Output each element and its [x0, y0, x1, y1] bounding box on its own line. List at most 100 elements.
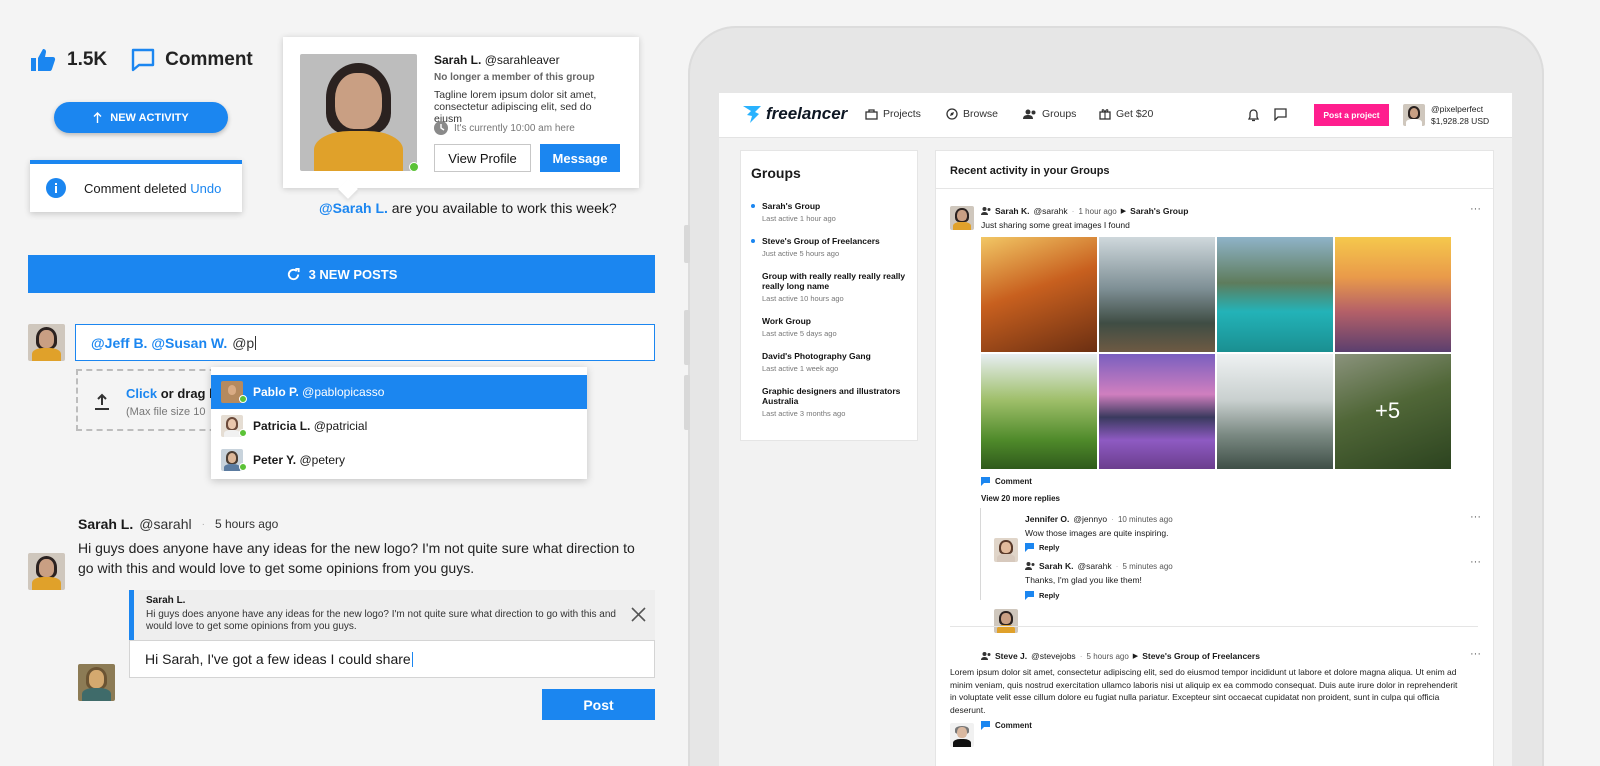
reply-author[interactable]: Jennifer O.: [1025, 514, 1069, 524]
group-item[interactable]: Work Group Last active 5 days ago: [762, 316, 907, 338]
comment-time: 5 hours ago: [214, 517, 279, 531]
mention-suggestions: Pablo P. @pablopicasso Patricia L. @patr…: [211, 367, 587, 479]
group-item[interactable]: Group with really really really really r…: [762, 271, 907, 304]
gallery-photo[interactable]: [1099, 237, 1215, 352]
group-member-icon: [981, 652, 991, 660]
reply-action-label: Reply: [1039, 543, 1060, 552]
nav-projects[interactable]: Projects: [865, 108, 921, 120]
suggestion-handle: @petery: [299, 453, 346, 467]
suggestion-item[interactable]: Peter Y. @petery: [211, 443, 587, 477]
post-header: Steve J. @stevejobs · 5 hours ago ▶ Stev…: [981, 651, 1260, 661]
group-name: Work Group: [762, 316, 811, 326]
comment-label[interactable]: Comment: [165, 49, 253, 71]
reply-text: Thanks, I'm glad you like them!: [1025, 575, 1142, 585]
user-avatar: [28, 324, 65, 361]
post-time: 1 hour ago: [1078, 206, 1117, 216]
post-author[interactable]: Sarah K.: [995, 206, 1030, 216]
suggestion-item[interactable]: Patricia L. @patricial: [211, 409, 587, 443]
quote-text: Hi guys does anyone have any ideas for t…: [146, 609, 616, 632]
tagged-mentions: @Jeff B. @Susan W.: [91, 334, 228, 351]
account-avatar[interactable]: [1403, 104, 1425, 126]
new-activity-button[interactable]: NEW ACTIVITY: [54, 102, 228, 133]
reply-handle: @sarahk: [1077, 561, 1112, 571]
group-activity: Just active 5 hours ago: [762, 249, 840, 258]
gallery-photo[interactable]: [1335, 237, 1451, 352]
reply-time: 10 minutes ago: [1117, 514, 1173, 524]
upload-icon: [93, 393, 111, 411]
new-posts-label: 3 NEW POSTS: [308, 266, 398, 282]
gallery-more-photo[interactable]: +5: [1335, 354, 1451, 469]
group-activity: Last active 5 days ago: [762, 329, 837, 338]
post-project-button[interactable]: Post a project: [1314, 104, 1389, 126]
gallery-photo[interactable]: [1217, 237, 1333, 352]
group-item[interactable]: David's Photography Gang Last active 1 we…: [762, 351, 907, 373]
more-options-icon[interactable]: ···: [1470, 556, 1481, 568]
top-navigation: freelancer Projects Browse Groups Get $2…: [719, 93, 1512, 138]
bell-icon[interactable]: [1248, 109, 1259, 122]
comment-action[interactable]: Comment: [981, 721, 1032, 730]
refresh-icon: [286, 267, 301, 282]
close-icon[interactable]: [631, 607, 646, 622]
nav-get-20[interactable]: Get $20: [1099, 108, 1153, 120]
gallery-photo[interactable]: [981, 237, 1097, 352]
profile-handle: @sarahleaver: [484, 53, 560, 67]
comment-icon[interactable]: [131, 48, 155, 72]
reply-author-avatar: [994, 609, 1018, 633]
post-author[interactable]: Steve J.: [995, 651, 1027, 661]
messages-icon[interactable]: [1274, 108, 1287, 121]
post-group[interactable]: Sarah's Group: [1130, 206, 1188, 216]
post-handle: @sarahk: [1033, 206, 1068, 216]
feed-title: Recent activity in your Groups: [950, 165, 1110, 177]
gallery-photo[interactable]: [981, 354, 1097, 469]
mention-link[interactable]: @Sarah L.: [319, 200, 388, 216]
reply-input[interactable]: Hi Sarah, I've got a few ideas I could s…: [129, 640, 655, 678]
group-item[interactable]: Graphic designers and illustrators Austr…: [762, 386, 912, 419]
separator: ·: [201, 518, 205, 530]
comment-action-label: Comment: [995, 477, 1032, 486]
users-icon: [1023, 109, 1037, 120]
post-author-avatar: [950, 723, 974, 747]
nav-label: Get $20: [1116, 108, 1154, 120]
more-options-icon[interactable]: ···: [1470, 511, 1481, 523]
unread-dot: [751, 204, 755, 208]
comment-icon: [981, 721, 990, 730]
nav-groups[interactable]: Groups: [1023, 108, 1076, 120]
thumbs-up-icon[interactable]: [30, 48, 56, 72]
file-dropzone[interactable]: Click or drag h (Max file size 10: [76, 369, 226, 431]
more-options-icon[interactable]: ···: [1470, 203, 1481, 215]
more-options-icon[interactable]: ···: [1470, 648, 1481, 660]
nav-browse[interactable]: Browse: [946, 108, 998, 120]
tablet-button: [684, 375, 690, 430]
toast-notification: Comment deleted Undo: [30, 160, 242, 212]
gallery-photo[interactable]: [1099, 354, 1215, 469]
view-profile-button[interactable]: View Profile: [434, 144, 531, 172]
post-group[interactable]: Steve's Group of Freelancers: [1142, 651, 1260, 661]
group-item[interactable]: Sarah's Group Last active 1 hour ago: [762, 201, 907, 223]
reaction-bar: 1.5K Comment: [30, 48, 253, 72]
comment-header: Sarah L. @sarahl · 5 hours ago: [78, 516, 278, 532]
commenter-name[interactable]: Sarah L.: [78, 516, 133, 532]
reply-text: Wow those images are quite inspiring.: [1025, 528, 1169, 538]
gallery-photo[interactable]: [1217, 354, 1333, 469]
mention-message: @Sarah L. are you available to work this…: [319, 200, 617, 216]
clock-icon: [434, 121, 448, 135]
reply-icon: [1025, 591, 1034, 600]
message-button[interactable]: Message: [540, 144, 620, 172]
undo-link[interactable]: Undo: [190, 181, 221, 196]
reply-action[interactable]: Reply: [1025, 543, 1059, 552]
freelancer-logo[interactable]: freelancer: [741, 104, 847, 124]
suggestion-item[interactable]: Pablo P. @pablopicasso: [211, 375, 587, 409]
post-button[interactable]: Post: [542, 689, 655, 720]
view-more-replies[interactable]: View 20 more replies: [981, 494, 1060, 503]
reply-action[interactable]: Reply: [1025, 591, 1059, 600]
upload-click-link[interactable]: Click: [126, 386, 157, 401]
mention-input[interactable]: @Jeff B. @Susan W. @p: [75, 324, 655, 361]
profile-name: Sarah L.: [434, 53, 482, 67]
new-posts-banner[interactable]: 3 NEW POSTS: [28, 255, 655, 293]
reply-author[interactable]: Sarah K.: [1039, 561, 1074, 571]
suggestion-name: Pablo P.: [253, 385, 299, 399]
comment-action[interactable]: Comment: [981, 477, 1032, 486]
group-item[interactable]: Steve's Group of Freelancers Just active …: [762, 236, 907, 258]
suggestion-name: Peter Y.: [253, 453, 297, 467]
post-time: 5 hours ago: [1086, 651, 1129, 661]
